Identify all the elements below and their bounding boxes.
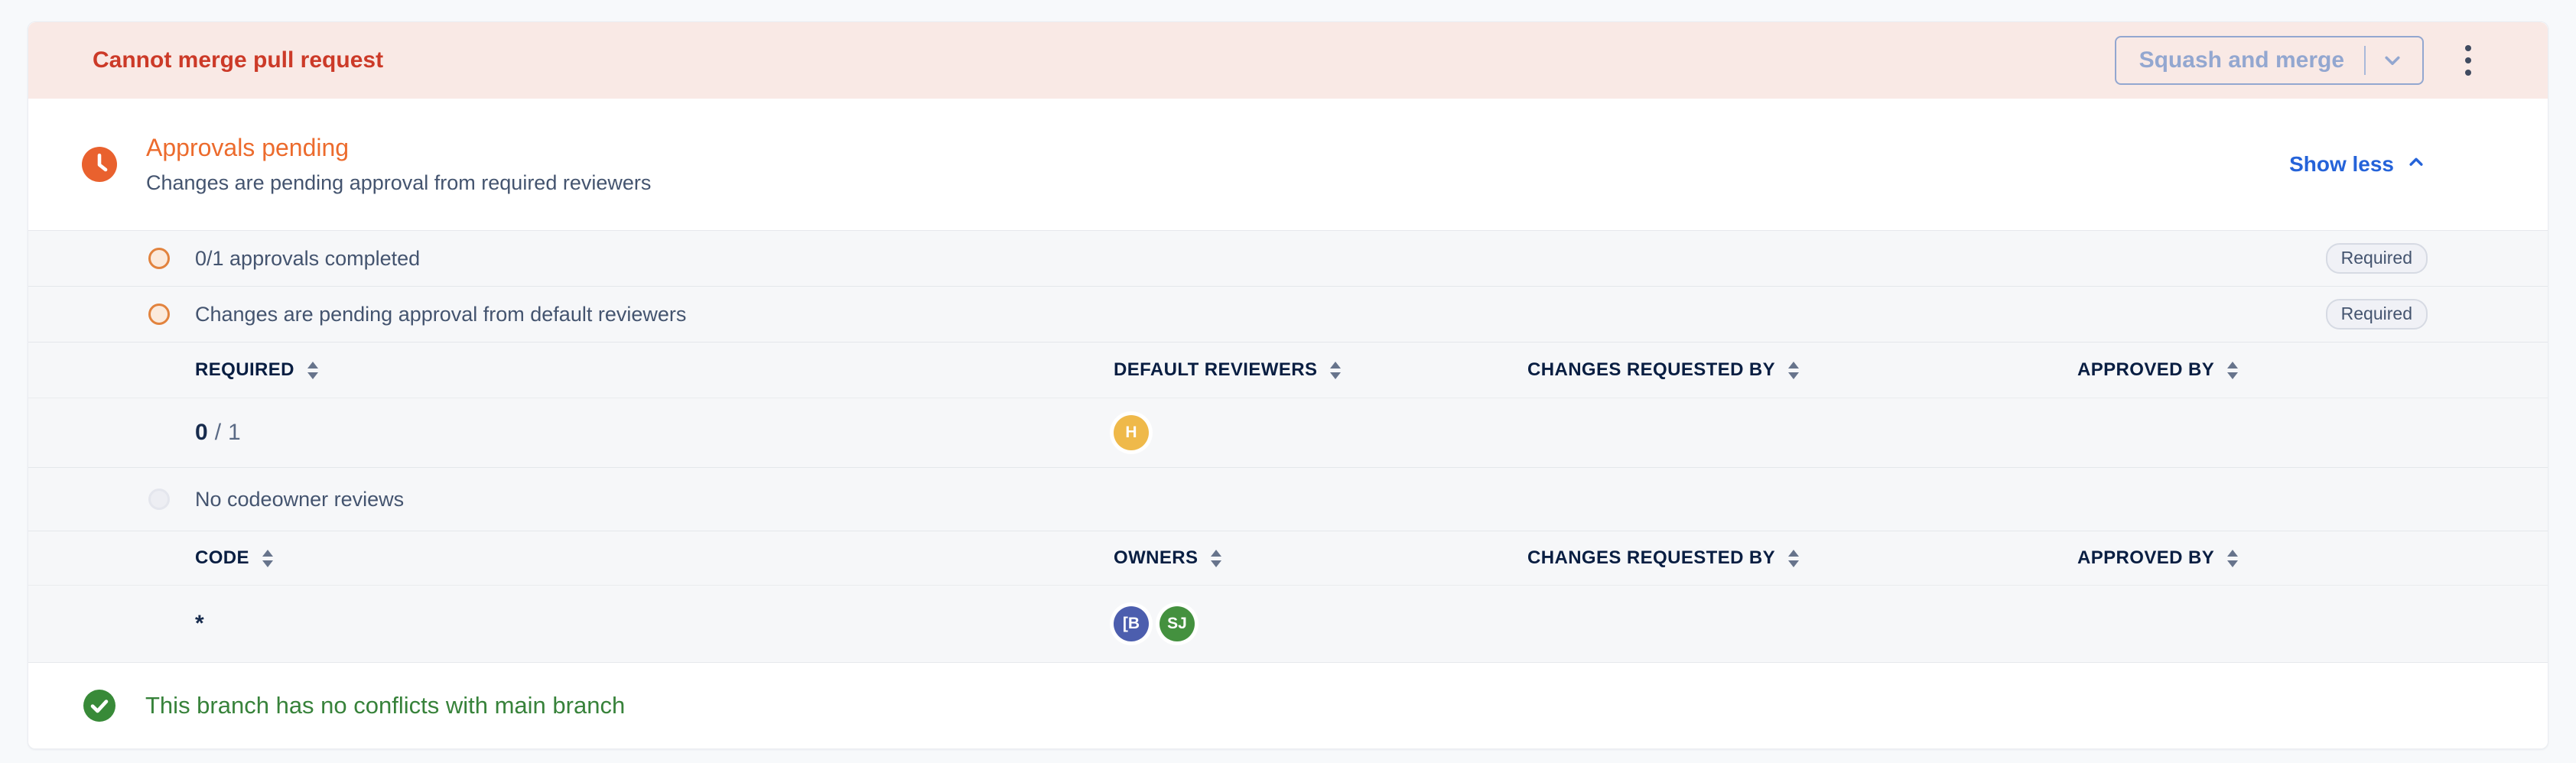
approvals-pending-text: Approvals pending Changes are pending ap… xyxy=(146,134,651,195)
avatar[interactable]: [B xyxy=(1114,606,1149,641)
column-header-code[interactable]: CODE xyxy=(195,547,1114,569)
sort-icon xyxy=(1788,362,1799,379)
pending-status-icon xyxy=(148,304,170,325)
required-reviewers-table-row: 0 / 1 H xyxy=(28,398,2548,467)
chevron-down-icon[interactable] xyxy=(2379,47,2405,73)
check-row-default-reviewers: Changes are pending approval from defaul… xyxy=(28,287,2548,342)
page: Cannot merge pull request Squash and mer… xyxy=(0,0,2576,763)
check-label: No codeowner reviews xyxy=(195,488,404,511)
sort-icon xyxy=(2227,550,2238,567)
pending-status-icon xyxy=(148,248,170,269)
check-row-codeowners: No codeowner reviews xyxy=(28,468,2548,531)
required-reviewers-table-header: REQUIRED DEFAULT REVIEWERS CHANGES REQUE… xyxy=(28,343,2548,398)
column-header-approved-by[interactable]: APPROVED BY xyxy=(2077,359,2428,381)
chevron-up-icon xyxy=(2405,151,2428,179)
column-header-changes-requested-by[interactable]: CHANGES REQUESTED BY xyxy=(1527,547,2077,569)
column-header-required[interactable]: REQUIRED xyxy=(195,359,1114,381)
merge-button-label: Squash and merge xyxy=(2139,47,2344,73)
sort-icon xyxy=(2227,362,2238,379)
check-circle-icon xyxy=(83,690,115,722)
merge-checks-card: Cannot merge pull request Squash and mer… xyxy=(28,21,2548,749)
sort-icon xyxy=(1330,362,1341,379)
column-header-default-reviewers[interactable]: DEFAULT REVIEWERS xyxy=(1114,359,1527,381)
more-options-button[interactable] xyxy=(2459,37,2477,83)
show-less-link[interactable]: Show less xyxy=(2289,151,2428,179)
clock-icon xyxy=(82,147,117,182)
banner-title: Cannot merge pull request xyxy=(93,47,383,73)
avatar[interactable]: SJ xyxy=(1160,606,1195,641)
no-conflicts-message: This branch has no conflicts with main b… xyxy=(145,692,625,719)
required-badge: Required xyxy=(2326,299,2428,330)
merge-checks-list: 0/1 approvals completed Required Changes… xyxy=(28,230,2548,663)
codeowners-table-header: CODE OWNERS CHANGES REQUESTED BY APPROVE… xyxy=(28,531,2548,585)
owners-avatars: [B SJ xyxy=(1114,606,1527,641)
column-header-changes-requested-by[interactable]: CHANGES REQUESTED BY xyxy=(1527,359,2077,381)
kebab-dot xyxy=(2465,70,2471,76)
kebab-dot xyxy=(2465,57,2471,63)
cannot-merge-banner: Cannot merge pull request Squash and mer… xyxy=(28,22,2548,99)
column-header-approved-by[interactable]: APPROVED BY xyxy=(2077,547,2428,569)
check-label: 0/1 approvals completed xyxy=(195,247,420,271)
check-row-approvals-count: 0/1 approvals completed Required xyxy=(28,231,2548,286)
avatar[interactable]: H xyxy=(1114,415,1149,450)
neutral-status-icon xyxy=(148,489,170,510)
sort-icon xyxy=(262,550,273,567)
show-less-label: Show less xyxy=(2289,152,2394,177)
sort-icon xyxy=(1211,550,1221,567)
approvals-count: 0 / 1 xyxy=(195,420,1114,446)
no-conflicts-row: This branch has no conflicts with main b… xyxy=(28,663,2548,748)
column-header-owners[interactable]: OWNERS xyxy=(1114,547,1527,569)
sort-icon xyxy=(1788,550,1799,567)
default-reviewers-avatars: H xyxy=(1114,415,1527,450)
check-label: Changes are pending approval from defaul… xyxy=(195,303,686,326)
squash-and-merge-button[interactable]: Squash and merge xyxy=(2115,36,2424,85)
codeowners-table-row: * [B SJ xyxy=(28,586,2548,662)
code-pattern: * xyxy=(195,611,1114,637)
approvals-pending-section-header: Approvals pending Changes are pending ap… xyxy=(28,99,2548,230)
approvals-pending-title: Approvals pending xyxy=(146,134,651,162)
approvals-pending-subtitle: Changes are pending approval from requir… xyxy=(146,171,651,195)
sort-icon xyxy=(307,362,318,379)
required-badge: Required xyxy=(2326,243,2428,274)
button-divider xyxy=(2364,46,2366,75)
kebab-dot xyxy=(2465,45,2471,51)
